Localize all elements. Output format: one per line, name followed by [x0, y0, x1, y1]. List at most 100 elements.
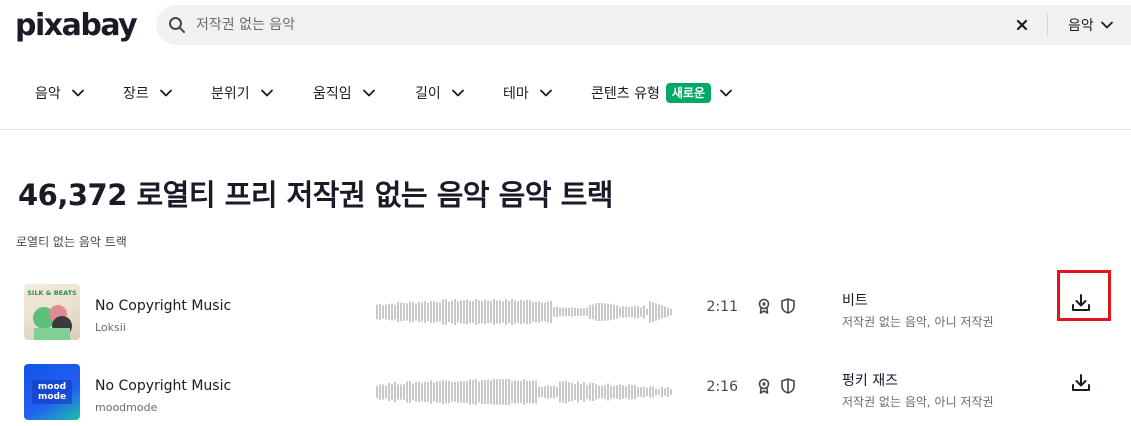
download-icon[interactable]	[1070, 372, 1092, 394]
waveform-bar	[535, 380, 537, 404]
waveform-bar	[583, 308, 585, 316]
waveform-bar	[478, 381, 480, 403]
waveform-bar	[625, 386, 627, 398]
waveform-bar	[565, 380, 567, 404]
waveform-bar	[628, 384, 630, 400]
track-artist[interactable]: moodmode	[95, 401, 157, 414]
waveform-bar	[472, 301, 474, 323]
waveform-bar	[514, 380, 516, 404]
track-cover[interactable]: SILK & BEATS	[24, 284, 80, 340]
filter-label: 분위기	[211, 86, 250, 102]
waveform-bar	[520, 381, 522, 403]
waveform-bar	[604, 303, 606, 321]
filter-movement[interactable]: 움직임	[313, 81, 376, 105]
waveform-bar	[562, 307, 564, 317]
search-icon[interactable]	[168, 16, 186, 34]
waveform-bar	[580, 308, 582, 316]
waveform-bar	[475, 379, 477, 405]
chevron-down-icon	[1100, 21, 1113, 29]
waveform-bar	[577, 308, 579, 316]
waveform-bar	[631, 384, 633, 400]
track-cover[interactable]: mood mode	[24, 364, 80, 420]
search-divider	[1047, 13, 1048, 37]
waveform-bar	[397, 302, 399, 322]
filter-length[interactable]: 길이	[415, 81, 465, 105]
shield-icon[interactable]	[781, 378, 795, 394]
filter-label: 장르	[123, 86, 149, 102]
waveform-bar	[664, 306, 666, 318]
search-scope-dropdown[interactable]: 음악	[1068, 5, 1114, 45]
close-icon[interactable]	[1011, 14, 1033, 36]
track-title[interactable]: No Copyright Music	[95, 378, 231, 394]
waveform-bar	[550, 386, 552, 398]
waveform-bar	[604, 385, 606, 399]
shield-icon[interactable]	[781, 298, 795, 314]
waveform-bar	[427, 382, 429, 402]
filter-mood[interactable]: 분위기	[211, 81, 274, 105]
waveform-bar	[484, 379, 486, 405]
new-badge: 새로운	[665, 83, 711, 103]
waveform[interactable]	[376, 297, 674, 327]
waveform-bar	[493, 299, 495, 325]
waveform-bar	[643, 386, 645, 398]
track-tags: 저작권 없는 음악, 아니 저작권	[842, 395, 994, 409]
chevron-down-icon	[451, 89, 464, 97]
waveform-bar	[415, 382, 417, 402]
waveform-bar	[442, 299, 444, 325]
waveform-bar	[535, 301, 537, 323]
filter-label: 테마	[503, 86, 529, 102]
filter-genre[interactable]: 장르	[123, 81, 173, 105]
svg-text:mood: mood	[38, 382, 66, 392]
award-icon[interactable]	[757, 298, 771, 314]
waveform-bar	[511, 381, 513, 403]
waveform-bar	[430, 301, 432, 323]
waveform-bar	[454, 382, 456, 402]
waveform-bar	[490, 380, 492, 404]
track-duration: 2:16	[706, 379, 738, 395]
pixabay-logo[interactable]: pixabay	[15, 8, 138, 44]
search-input[interactable]	[196, 5, 996, 45]
waveform-bar	[664, 388, 666, 396]
waveform-bar	[568, 382, 570, 402]
filter-music[interactable]: 음악	[35, 81, 85, 105]
waveform-bar	[382, 305, 384, 319]
waveform-bar	[637, 387, 639, 397]
track-title[interactable]: No Copyright Music	[95, 298, 231, 314]
waveform-bar	[595, 384, 597, 400]
waveform-bar	[649, 386, 651, 398]
waveform-bar	[517, 301, 519, 323]
chevron-down-icon	[362, 89, 375, 97]
waveform-bar	[463, 381, 465, 403]
waveform-bar	[598, 303, 600, 321]
track-row: mood mode No Copyright Music moodmode 2:…	[0, 364, 1131, 426]
waveform-bar	[388, 304, 390, 321]
waveform-bar	[397, 384, 399, 400]
waveform-bar	[652, 386, 654, 398]
award-icon[interactable]	[757, 378, 771, 394]
filter-label: 콘텐츠 유형	[591, 86, 660, 102]
waveform-bar	[589, 383, 591, 401]
waveform-bar	[670, 389, 672, 395]
waveform-bar	[505, 379, 507, 405]
waveform-bar	[658, 389, 660, 395]
waveform-bar	[475, 299, 477, 325]
waveform-bar	[616, 385, 618, 399]
waveform-bar	[631, 306, 633, 318]
chevron-down-icon	[260, 89, 273, 97]
track-genre[interactable]: 비트	[842, 290, 868, 310]
waveform-bar	[661, 305, 663, 319]
filter-theme[interactable]: 테마	[503, 81, 553, 105]
waveform-bar	[472, 379, 474, 405]
waveform[interactable]	[376, 377, 674, 407]
waveform-bar	[457, 301, 459, 323]
filter-content-type[interactable]: 콘텐츠 유형 새로운	[591, 81, 733, 105]
waveform-bar	[448, 381, 450, 403]
track-genre[interactable]: 펑키 재즈	[842, 370, 898, 390]
waveform-bar	[418, 381, 420, 403]
track-artist[interactable]: Loksii	[95, 321, 126, 334]
waveform-bar	[466, 381, 468, 403]
waveform-bar	[655, 388, 657, 396]
waveform-bar	[655, 303, 657, 321]
track-row: SILK & BEATS No Copyright Music Loksii 2…	[0, 284, 1131, 364]
waveform-bar	[652, 302, 654, 322]
